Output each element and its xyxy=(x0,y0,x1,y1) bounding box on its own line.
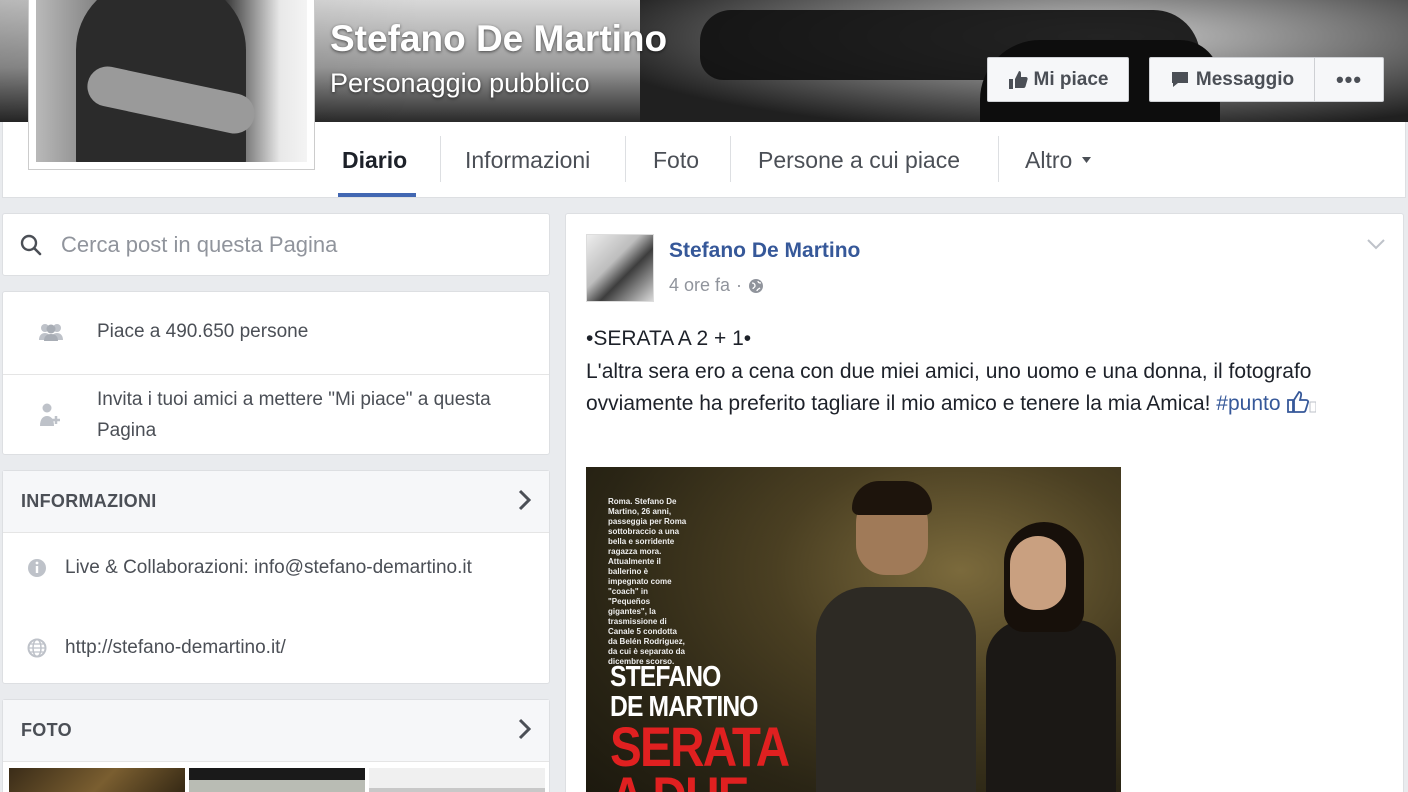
post-meta: 4 ore fa · xyxy=(669,275,764,296)
like-page-button[interactable]: Mi piace xyxy=(987,57,1129,102)
page-post-search xyxy=(2,213,550,276)
chevron-right-icon[interactable] xyxy=(517,718,531,740)
chevron-right-icon[interactable] xyxy=(517,489,531,511)
thumbs-up-emoji-icon xyxy=(1287,391,1317,413)
photo-person-man xyxy=(816,481,976,792)
post-timestamp[interactable]: 4 ore fa xyxy=(669,275,730,296)
likes-count-text[interactable]: Piace a 490.650 persone xyxy=(97,316,537,347)
info-icon xyxy=(28,559,46,577)
photo-thumbnail[interactable] xyxy=(189,768,365,792)
add-person-icon xyxy=(40,403,60,426)
message-button-label: Messaggio xyxy=(1195,68,1295,90)
info-card-title: INFORMAZIONI xyxy=(21,491,157,511)
invite-friends-link[interactable]: Invita i tuoi amici a mettere "Mi piace"… xyxy=(97,384,537,446)
tab-persone-a-cui-piace[interactable]: Persone a cui piace xyxy=(758,122,960,198)
page-name[interactable]: Stefano De Martino xyxy=(330,18,667,60)
globe-icon xyxy=(749,278,764,293)
post-body-text: •SERATA A 2 + 1• L'altra sera ero a cena… xyxy=(586,327,1312,415)
tab-altro-label: Altro xyxy=(1025,146,1073,173)
active-tab-indicator xyxy=(338,193,416,197)
search-icon xyxy=(20,234,42,255)
timeline-post: Stefano De Martino 4 ore fa · •SERATA A … xyxy=(565,213,1404,792)
post-author-avatar[interactable] xyxy=(586,234,654,302)
like-page-button-label: Mi piace xyxy=(1033,68,1109,90)
profile-picture[interactable] xyxy=(28,0,315,170)
photo-thumbnail[interactable] xyxy=(9,768,185,792)
photo-person-woman xyxy=(986,522,1121,792)
message-button[interactable]: Messaggio xyxy=(1149,57,1314,102)
page-category: Personaggio pubblico xyxy=(330,68,590,98)
tab-informazioni[interactable]: Informazioni xyxy=(465,122,590,198)
post-options-chevron-icon[interactable] xyxy=(1367,238,1385,250)
info-card-header[interactable]: INFORMAZIONI xyxy=(3,471,549,533)
caret-down-icon xyxy=(1082,157,1092,163)
website-row: http://stefano-demartino.it/ xyxy=(27,637,286,659)
magazine-caption-text: Roma. Stefano De Martino, 26 anni, passe… xyxy=(608,497,687,666)
more-options-icon: ••• xyxy=(1335,66,1363,92)
photos-card-title: FOTO xyxy=(21,720,72,740)
photos-card: FOTO xyxy=(2,699,550,792)
thumbs-up-icon xyxy=(1008,70,1028,89)
website-link[interactable]: http://stefano-demartino.it/ xyxy=(65,637,286,659)
contact-info-row: Live & Collaborazioni: info@stefano-dema… xyxy=(27,557,472,579)
photo-thumbnail[interactable] xyxy=(369,768,545,792)
people-icon xyxy=(39,324,63,341)
more-options-button[interactable]: ••• xyxy=(1314,57,1384,102)
magazine-title-headline: SERATA A DUE xyxy=(610,719,790,792)
tab-foto[interactable]: Foto xyxy=(653,122,699,198)
post-meta-separator: · xyxy=(736,275,743,295)
contact-info-text[interactable]: Live & Collaborazioni: info@stefano-dema… xyxy=(65,557,472,579)
photos-card-header[interactable]: FOTO xyxy=(3,700,549,762)
tab-altro[interactable]: Altro xyxy=(1025,122,1092,198)
magazine-name-headline: STEFANO DE MARTINO xyxy=(610,662,758,722)
search-posts-input[interactable] xyxy=(61,231,521,258)
post-text: •SERATA A 2 + 1• L'altra sera ero a cena… xyxy=(586,323,1376,421)
post-photo[interactable]: Roma. Stefano De Martino, 26 anni, passe… xyxy=(586,467,1121,792)
hashtag-link[interactable]: #punto xyxy=(1216,392,1280,415)
post-author-name[interactable]: Stefano De Martino xyxy=(669,239,860,263)
magazine-name-line1: STEFANO xyxy=(610,661,721,693)
info-card: INFORMAZIONI Live & Collaborazioni: info… xyxy=(2,470,550,684)
page-likes-card: Piace a 490.650 persone Invita i tuoi am… xyxy=(2,291,550,455)
tab-diario[interactable]: Diario xyxy=(342,122,407,198)
globe-icon xyxy=(27,638,47,658)
message-icon xyxy=(1171,71,1188,87)
